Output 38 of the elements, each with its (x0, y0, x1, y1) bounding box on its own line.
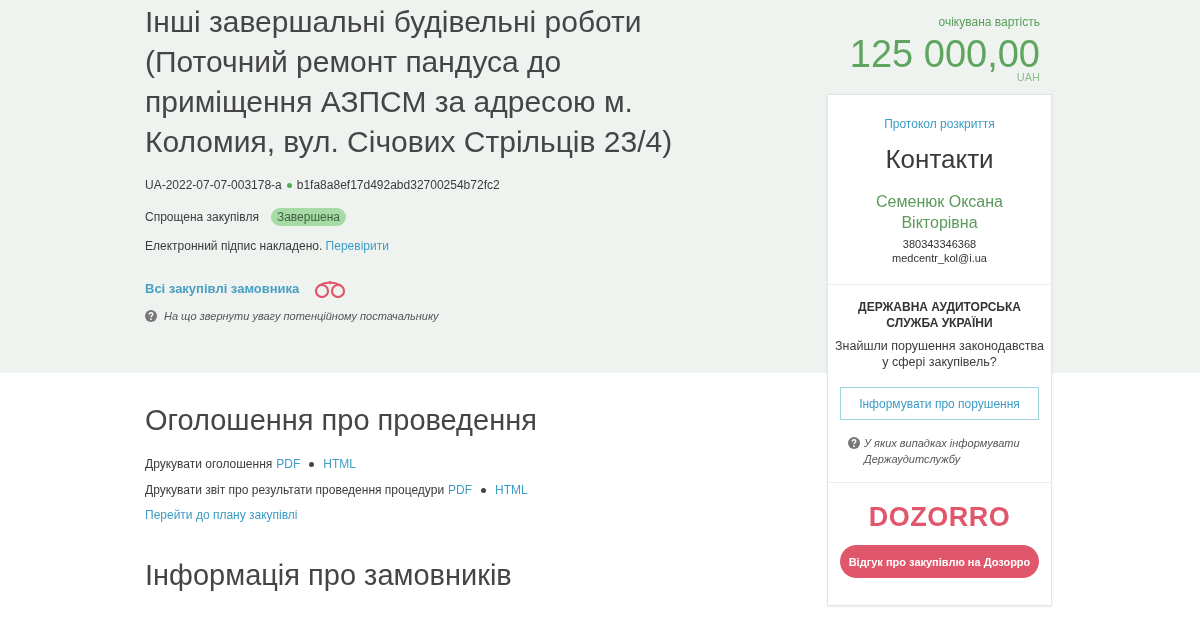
price-caption: очікувана вартість (938, 14, 1040, 30)
binoculars-icon[interactable] (313, 280, 348, 298)
customer-purchases-link[interactable]: Всі закупівлі замовника (145, 279, 300, 299)
contact-name: Семенюк Оксана Вікторівна (875, 192, 1004, 233)
print-label: Друкувати звіт про результати проведення процедури (145, 482, 445, 499)
signature-note: Електронний підпис накладено. Перевірити (145, 238, 389, 255)
price-amount: 125 000,00 (849, 35, 1040, 73)
dozorro-logo: DOZORRO (868, 502, 1011, 532)
help-icon (848, 437, 860, 449)
print-label: Друкувати оголошення (145, 456, 273, 473)
status-badge: Завершена (270, 208, 346, 226)
print-format-link[interactable]: PDF (448, 481, 473, 499)
section-heading: Оголошення про проведення (145, 403, 537, 438)
print-format-link[interactable]: HTML (323, 455, 356, 473)
procedure-type: Спрощена закупівля (145, 209, 259, 226)
verify-link[interactable]: Перевірити (325, 239, 389, 253)
audit-service-title: ДЕРЖАВНА АУДИТОРСЬКА СЛУЖБА УКРАЇНИ (857, 299, 1022, 331)
tender-title: Інші завершальні будівельні роботи (Поточний ремонт пандуса до приміщення АЗПСМ за адресою м. Коломия, вул. Січових Стрільців 23/4) (145, 4, 674, 160)
audit-question: Знайшли порушення законодавства у сфері закупівель? (834, 338, 1045, 370)
contacts-heading: Контакти (885, 143, 994, 175)
section-heading: Інформація про замовників (145, 558, 512, 593)
contact-email: medcentr_kol@i.ua (892, 251, 987, 265)
feedback-button[interactable]: Відгук про закупівлю на Дозорро (840, 545, 1039, 578)
tender-hash: b1fa8a8ef17d492abd32700254b72fc2 (296, 177, 500, 194)
bullet-icon (481, 487, 487, 493)
supplier-hint: На що звернути увагу потенційному постачальнику (164, 309, 439, 324)
contact-phone: 380343346368 (902, 237, 977, 251)
print-format-link[interactable]: PDF (276, 455, 301, 473)
bullet-icon (309, 461, 315, 467)
protocol-link[interactable]: Протокол розкриття (884, 116, 995, 132)
help-icon (145, 310, 157, 322)
audit-hint: У яких випадках інформувати Держаудитслужбу (864, 436, 1021, 467)
price-currency: UAH (1016, 71, 1040, 83)
tender-id: UA-2022-07-07-003178-a (145, 177, 282, 194)
bullet-icon (286, 182, 292, 188)
print-format-link[interactable]: HTML (495, 481, 528, 499)
report-violation-button[interactable]: Інформувати про порушення (840, 387, 1039, 420)
procurement-plan-link[interactable]: Перейти до плану закупівлі (145, 506, 298, 524)
